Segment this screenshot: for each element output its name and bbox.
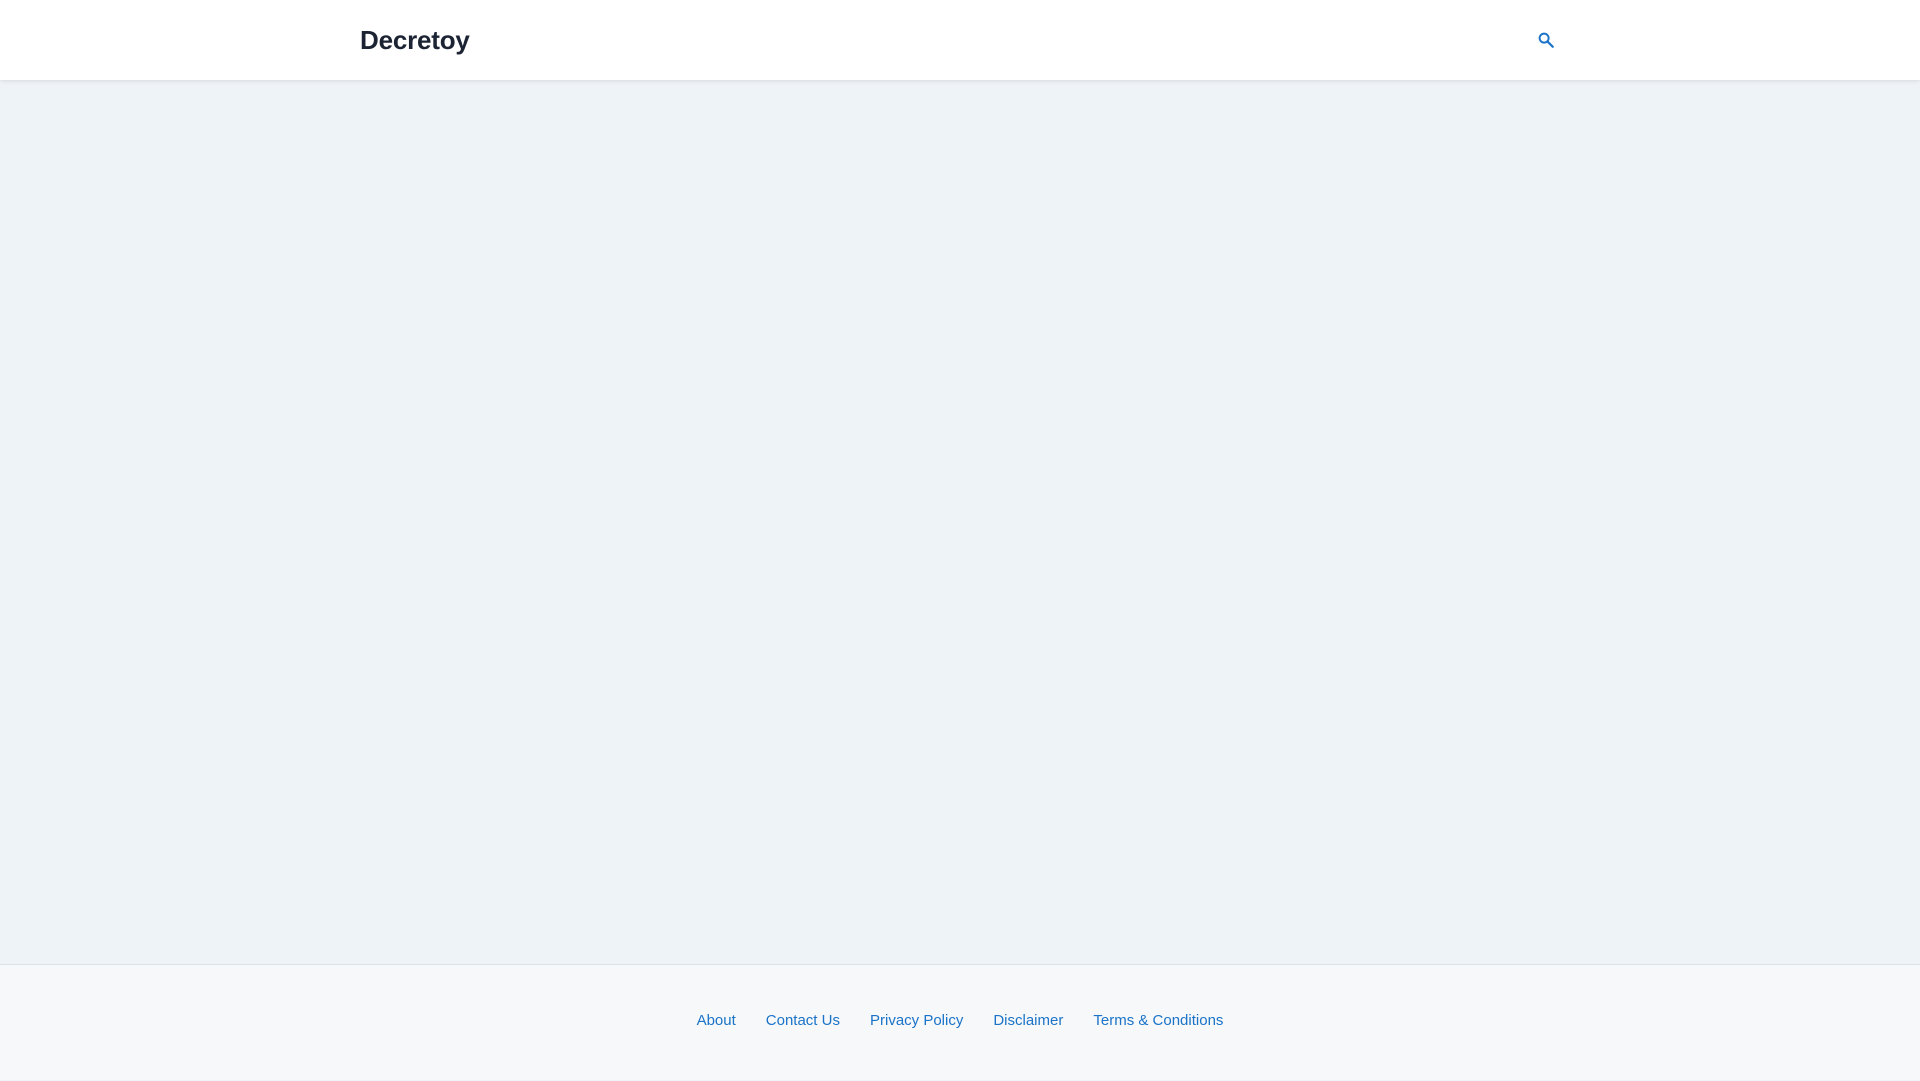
footer-link-contact-us[interactable]: Contact Us — [766, 1012, 840, 1029]
footer-link-disclaimer[interactable]: Disclaimer — [993, 1012, 1063, 1029]
footer-link-about[interactable]: About — [697, 1012, 736, 1029]
search-icon — [1538, 32, 1554, 48]
site-title-link[interactable]: Decretoy — [360, 25, 470, 56]
footer-nav: About Contact Us Privacy Policy Disclaim… — [0, 965, 1920, 1081]
site-footer: About Contact Us Privacy Policy Disclaim… — [0, 964, 1920, 1080]
footer-link-terms-conditions[interactable]: Terms & Conditions — [1093, 1012, 1223, 1029]
footer-link-privacy-policy[interactable]: Privacy Policy — [870, 1012, 963, 1029]
header-container: Decretoy — [360, 0, 1560, 80]
site-header: Decretoy — [0, 0, 1920, 80]
main-content-area — [0, 80, 1920, 965]
search-button[interactable] — [1532, 26, 1560, 54]
